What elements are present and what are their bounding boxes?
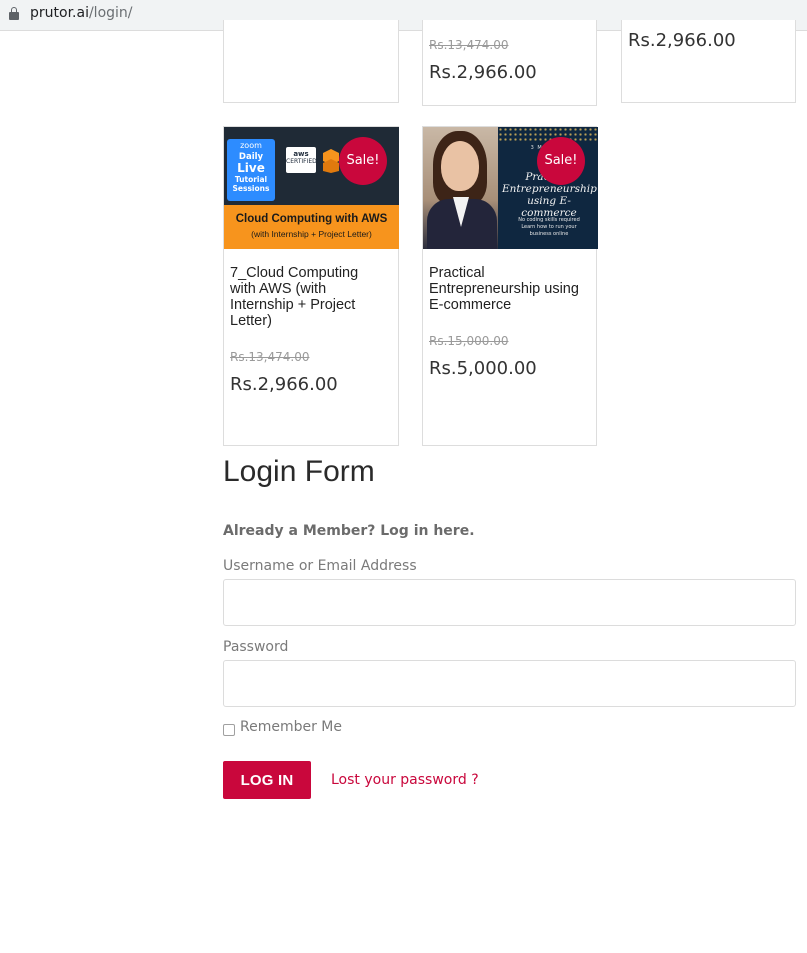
thumb-footer: No coding skills required Learn how to r… [504,217,594,238]
url-host: prutor.ai [30,5,89,21]
thumb-banner-subtitle: (with Internship + Project Letter) [251,229,372,239]
old-price: Rs.13,474.00 [230,350,310,364]
product-title[interactable]: Practical Entrepreneurship using E-comme… [429,265,579,313]
thumb-text: CERTIFIED [286,158,317,165]
product-title-line: Internship + Project [230,297,356,313]
product-title-line: 7_Cloud Computing [230,265,359,281]
product-card-cloud-computing-aws[interactable]: zoom Daily Live Tutorial Sessions aws CE… [223,126,399,446]
password-input[interactable] [223,660,796,707]
username-input[interactable] [223,579,796,626]
password-label: Password [223,639,289,655]
remember-me-label[interactable]: Remember Me [240,719,342,735]
sale-price: Rs.2,966.00 [230,374,338,395]
sale-price: Rs.2,966.00 [429,62,537,83]
product-card-practical-entrepreneurship[interactable]: 3 MONTHS Practical Entrepreneurship usin… [422,126,598,446]
product-title-line: Letter) [230,313,272,329]
product-card-partial-3[interactable]: Rs.2,966.00 [621,20,796,103]
thumb-text: aws [293,150,309,158]
lock-icon [9,7,19,20]
sale-price: Rs.2,966.00 [628,30,736,51]
old-price: Rs.13,474.00 [429,38,509,52]
aws-hexagon-icon [323,149,339,173]
product-card-partial-1[interactable] [223,20,399,103]
product-title-line: Entrepreneurship using [429,281,579,297]
sale-price: Rs.5,000.00 [429,358,537,379]
sale-badge: Sale! [537,137,585,185]
member-prompt: Already a Member? Log in here. [223,523,475,539]
thumb-text: Tutorial [234,175,268,184]
thumb-banner-title: Cloud Computing with AWS [235,213,388,225]
aws-certified-logo: aws CERTIFIED [286,147,317,173]
product-title-line: Practical [429,265,485,281]
product-card-partial-2[interactable]: Rs.13,474.00 Rs.2,966.00 [422,20,597,106]
thumb-text: Sessions [232,184,270,193]
thumb-text: business online [529,231,569,237]
lost-password-link[interactable]: Lost your password ? [331,772,479,788]
thumb-text: Live [237,161,265,175]
zoom-logo-text: zoom [240,141,262,150]
thumb-text: No coding skills required [518,217,580,223]
remember-me-checkbox[interactable] [223,724,235,736]
thumb-text: using E-commerce [521,195,577,219]
zoom-live-badge: zoom Daily Live Tutorial Sessions [227,139,275,201]
woman-photo [423,127,498,249]
thumb-text: Entrepreneurship [502,183,597,195]
product-title-line: E-commerce [429,297,512,313]
username-label: Username or Email Address [223,558,417,574]
login-form-title: Login Form [223,455,375,488]
url-path: /login/ [88,5,133,21]
old-price: Rs.15,000.00 [429,334,509,348]
product-title-line: with AWS (with [230,281,327,297]
product-title[interactable]: 7_Cloud Computing with AWS (with Interns… [230,265,358,329]
login-button[interactable]: LOG IN [223,761,311,799]
sale-badge: Sale! [339,137,387,185]
thumb-text: Learn how to run your [521,224,577,230]
url-text[interactable]: prutor.ai/login/ [30,4,133,22]
